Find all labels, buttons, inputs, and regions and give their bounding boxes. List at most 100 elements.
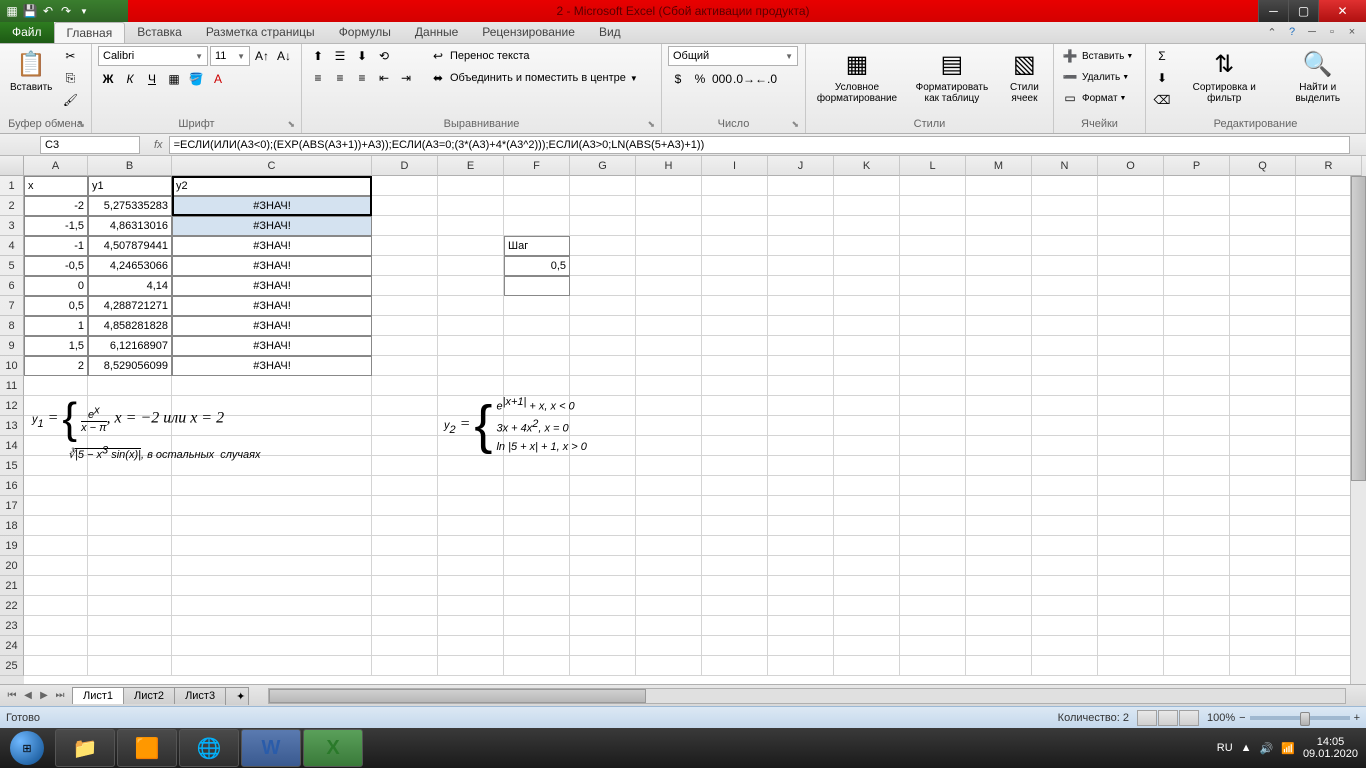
cell-Q25[interactable] [1230,656,1296,676]
cell-B11[interactable] [88,376,172,396]
cell-P7[interactable] [1164,296,1230,316]
cell-K17[interactable] [834,496,900,516]
cell-C7[interactable]: #ЗНАЧ! [172,296,372,316]
cell-M7[interactable] [966,296,1032,316]
row-header-10[interactable]: 10 [0,356,24,376]
col-header-N[interactable]: N [1032,156,1098,176]
row-header-14[interactable]: 14 [0,436,24,456]
cell-C24[interactable] [172,636,372,656]
cell-E20[interactable] [438,556,504,576]
decrease-decimal-icon[interactable]: ←.0 [756,69,776,89]
cell-B24[interactable] [88,636,172,656]
cell-Q5[interactable] [1230,256,1296,276]
cell-G6[interactable] [570,276,636,296]
fill-color-icon[interactable]: 🪣 [186,69,206,89]
cell-B10[interactable]: 8,529056099 [88,356,172,376]
cell-H22[interactable] [636,596,702,616]
grow-font-icon[interactable]: A↑ [252,46,272,66]
cell-B16[interactable] [88,476,172,496]
row-header-24[interactable]: 24 [0,636,24,656]
cell-D25[interactable] [372,656,438,676]
row-header-12[interactable]: 12 [0,396,24,416]
cell-Q16[interactable] [1230,476,1296,496]
cell-B4[interactable]: 4,507879441 [88,236,172,256]
cell-C5[interactable]: #ЗНАЧ! [172,256,372,276]
minimize-button[interactable]: ─ [1258,0,1288,22]
cell-O9[interactable] [1098,336,1164,356]
tab-nav-prev-icon[interactable]: ◀ [20,690,36,701]
cell-N24[interactable] [1032,636,1098,656]
cell-E24[interactable] [438,636,504,656]
paste-button[interactable]: 📋 Вставить [6,46,56,95]
cell-H9[interactable] [636,336,702,356]
cell-D21[interactable] [372,576,438,596]
cell-M14[interactable] [966,436,1032,456]
row-header-16[interactable]: 16 [0,476,24,496]
cell-A23[interactable] [24,616,88,636]
cell-P2[interactable] [1164,196,1230,216]
cell-M25[interactable] [966,656,1032,676]
row-header-11[interactable]: 11 [0,376,24,396]
cell-G25[interactable] [570,656,636,676]
cell-C10[interactable]: #ЗНАЧ! [172,356,372,376]
cell-N12[interactable] [1032,396,1098,416]
cell-H17[interactable] [636,496,702,516]
zoom-in-button[interactable]: + [1354,712,1360,724]
cell-C2[interactable]: #ЗНАЧ! [172,196,372,216]
col-header-I[interactable]: I [702,156,768,176]
cell-K7[interactable] [834,296,900,316]
italic-icon[interactable]: К [120,69,140,89]
cell-L10[interactable] [900,356,966,376]
col-header-L[interactable]: L [900,156,966,176]
cell-K18[interactable] [834,516,900,536]
cell-G20[interactable] [570,556,636,576]
cell-Q11[interactable] [1230,376,1296,396]
cell-N3[interactable] [1032,216,1098,236]
cell-G17[interactable] [570,496,636,516]
cell-K16[interactable] [834,476,900,496]
cell-D10[interactable] [372,356,438,376]
cell-N21[interactable] [1032,576,1098,596]
conditional-format-button[interactable]: ▦Условное форматирование [812,46,902,106]
shrink-font-icon[interactable]: A↓ [274,46,294,66]
cell-C22[interactable] [172,596,372,616]
autosum-icon[interactable]: Σ [1152,46,1172,66]
row-header-20[interactable]: 20 [0,556,24,576]
cell-I25[interactable] [702,656,768,676]
cell-J3[interactable] [768,216,834,236]
cell-G1[interactable] [570,176,636,196]
col-header-Q[interactable]: Q [1230,156,1296,176]
zoom-slider[interactable] [1250,716,1350,720]
cell-J15[interactable] [768,456,834,476]
cell-L25[interactable] [900,656,966,676]
cell-N8[interactable] [1032,316,1098,336]
cell-K9[interactable] [834,336,900,356]
cell-N19[interactable] [1032,536,1098,556]
cell-I17[interactable] [702,496,768,516]
cell-D11[interactable] [372,376,438,396]
row-header-19[interactable]: 19 [0,536,24,556]
cell-O7[interactable] [1098,296,1164,316]
cell-J25[interactable] [768,656,834,676]
cell-J10[interactable] [768,356,834,376]
cell-A4[interactable]: -1 [24,236,88,256]
cell-F1[interactable] [504,176,570,196]
cell-F24[interactable] [504,636,570,656]
align-right-icon[interactable]: ≡ [352,68,372,88]
cell-N5[interactable] [1032,256,1098,276]
cell-P8[interactable] [1164,316,1230,336]
cell-M22[interactable] [966,596,1032,616]
underline-icon[interactable]: Ч [142,69,162,89]
cell-C8[interactable]: #ЗНАЧ! [172,316,372,336]
cell-F9[interactable] [504,336,570,356]
cell-J11[interactable] [768,376,834,396]
cell-I19[interactable] [702,536,768,556]
cell-B19[interactable] [88,536,172,556]
cell-G19[interactable] [570,536,636,556]
cell-L23[interactable] [900,616,966,636]
save-icon[interactable]: 💾 [22,3,38,19]
cell-C18[interactable] [172,516,372,536]
cell-M21[interactable] [966,576,1032,596]
fill-icon[interactable]: ⬇ [1152,68,1172,88]
cell-M20[interactable] [966,556,1032,576]
